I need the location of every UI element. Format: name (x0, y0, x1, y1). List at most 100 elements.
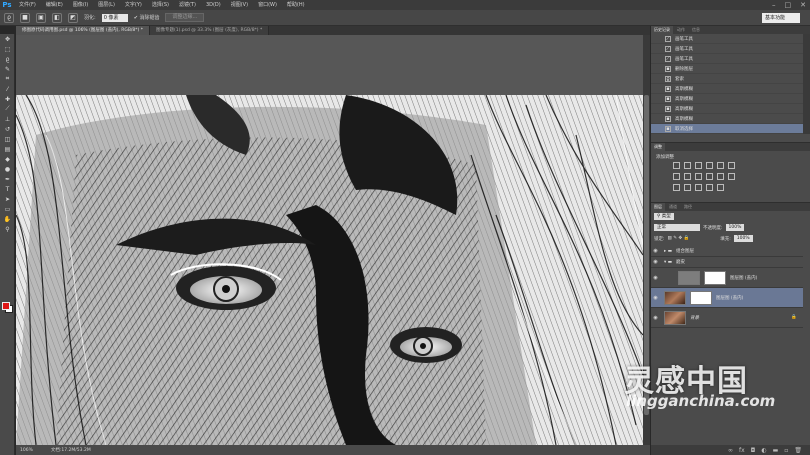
zoom-tool-icon[interactable]: ⚲ (0, 224, 15, 234)
intersect-selection-icon[interactable]: ◩ (68, 12, 78, 23)
tab-adjustments[interactable]: 调整 (651, 143, 665, 151)
history-item[interactable]: ⟋ 画笔工具 (651, 44, 803, 54)
maximize-icon[interactable]: □ (785, 0, 792, 10)
tab-history[interactable]: 历史记录 (651, 26, 673, 34)
fill-input[interactable]: 100% (733, 235, 753, 242)
layer-row-group[interactable]: ◉ ▾ ▬ 磨皮 (651, 257, 803, 268)
black-white-icon[interactable] (695, 173, 702, 180)
color-balance-icon[interactable] (684, 173, 691, 180)
visibility-eye-icon[interactable]: ◉ (651, 275, 660, 281)
visibility-eye-icon[interactable]: ◉ (651, 315, 660, 321)
menu-3d[interactable]: 3D(D) (201, 0, 226, 10)
photo-filter-icon[interactable] (706, 173, 713, 180)
new-selection-icon[interactable]: ■ (20, 12, 30, 23)
triangle-icon[interactable] (728, 162, 735, 169)
history-item[interactable]: ▪ 高斯模糊 (651, 104, 803, 114)
close-icon[interactable]: ✕ (800, 0, 806, 10)
tab-layers[interactable]: 图层 (651, 203, 665, 211)
eyedropper-tool-icon[interactable]: ⁄ (0, 84, 15, 94)
history-item[interactable]: ⟋ 画笔工具 (651, 54, 803, 64)
visibility-eye-icon[interactable]: ◉ (651, 259, 660, 265)
blur-tool-icon[interactable]: ◆ (0, 154, 15, 164)
tab-paths[interactable]: 路径 (681, 203, 695, 211)
invert-icon[interactable] (673, 184, 680, 191)
tab-document-1[interactable]: 修图原代码调用图.psd @ 106% (图层图 (盖内), RGB/8*) * (16, 26, 150, 35)
tab-channels[interactable]: 通道 (666, 203, 680, 211)
layer-row-group[interactable]: ◉ ▸ ▬ 组合图层 (651, 246, 803, 257)
move-tool-icon[interactable]: ✥ (0, 34, 15, 44)
history-item-selected[interactable]: ▪ 取消选择 (651, 124, 803, 134)
layer-row-background[interactable]: ◉ 背景 🔒 (651, 308, 803, 328)
menu-type[interactable]: 文字(Y) (120, 0, 147, 10)
lasso-tool-icon[interactable]: ϱ (0, 54, 15, 64)
hand-tool-icon[interactable]: ✋ (0, 214, 15, 224)
minimize-icon[interactable]: – (772, 0, 776, 10)
add-selection-icon[interactable]: ▣ (36, 12, 46, 23)
zoom-level[interactable]: 106% (20, 448, 33, 453)
link-icon[interactable]: ∞ (728, 447, 733, 454)
crop-tool-icon[interactable]: ⌗ (0, 74, 15, 84)
healing-tool-icon[interactable]: ✚ (0, 94, 15, 104)
history-brush-icon[interactable]: ↺ (0, 124, 15, 134)
brush-tool-icon[interactable]: ⟋ (0, 104, 15, 114)
fx-icon[interactable]: fx (739, 447, 745, 454)
antialias-checkbox[interactable]: ✔ 消除锯齿 (134, 14, 160, 21)
menu-help[interactable]: 帮助(H) (282, 0, 310, 10)
threshold-icon[interactable] (695, 184, 702, 191)
visibility-eye-icon[interactable]: ◉ (651, 248, 660, 254)
history-item[interactable]: ▪ 删除图层 (651, 64, 803, 74)
menu-window[interactable]: 窗口(W) (253, 0, 282, 10)
type-tool-icon[interactable]: T (0, 184, 15, 194)
shape-tool-icon[interactable]: ▭ (0, 204, 15, 214)
lock-icons[interactable]: ▨ ✎ ✥ 🔒 (668, 236, 690, 241)
hue-saturation-icon[interactable] (673, 173, 680, 180)
menu-layer[interactable]: 图层(L) (93, 0, 120, 10)
foreground-color-swatch[interactable] (2, 302, 10, 310)
subtract-selection-icon[interactable]: ◧ (52, 12, 62, 23)
history-item[interactable]: ▪ 高斯模糊 (651, 84, 803, 94)
menu-view[interactable]: 视图(V) (226, 0, 253, 10)
layer-row-selected[interactable]: ◉ 图层图 (盖内) (651, 288, 803, 308)
history-item[interactable]: ▪ 高斯模糊 (651, 114, 803, 124)
channel-mixer-icon[interactable] (717, 173, 724, 180)
levels-icon[interactable] (684, 162, 691, 169)
layer-row[interactable]: ◉ 图层图 (盖内) (651, 268, 803, 288)
feather-input[interactable]: 0 像素 (101, 13, 128, 22)
tab-actions[interactable]: 动作 (674, 26, 688, 34)
menu-edit[interactable]: 编辑(E) (41, 0, 68, 10)
trash-icon[interactable]: 🗑 (794, 447, 802, 454)
path-select-tool-icon[interactable]: ➤ (0, 194, 15, 204)
history-item[interactable]: ⟋ 画笔工具 (651, 34, 803, 44)
posterize-icon[interactable] (684, 184, 691, 191)
history-item[interactable]: ▪ 高斯模糊 (651, 94, 803, 104)
menu-image[interactable]: 图像(I) (68, 0, 93, 10)
history-scrollbar[interactable] (803, 34, 810, 134)
history-item[interactable]: ϱ 套索 (651, 74, 803, 84)
gradient-tool-icon[interactable]: ▤ (0, 144, 15, 154)
visibility-eye-icon[interactable]: ◉ (651, 295, 660, 301)
color-lookup-icon[interactable] (728, 173, 735, 180)
tab-info[interactable]: 信息 (689, 26, 703, 34)
eraser-tool-icon[interactable]: ◫ (0, 134, 15, 144)
marquee-tool-icon[interactable]: ⬚ (0, 44, 15, 54)
brightness-icon[interactable] (673, 162, 680, 169)
curves-icon[interactable] (695, 162, 702, 169)
blend-mode-select[interactable]: 正常 (654, 224, 700, 231)
stamp-tool-icon[interactable]: ⊥ (0, 114, 15, 124)
exposure-icon[interactable] (706, 162, 713, 169)
quick-select-tool-icon[interactable]: ✎ (0, 64, 15, 74)
menu-file[interactable]: 文件(F) (14, 0, 41, 10)
tab-document-2[interactable]: 图像专题(1).psd @ 33.3% (图层 (灰度), RGB/8*) * (149, 26, 270, 35)
canvas-vertical-scrollbar[interactable] (643, 35, 650, 445)
adjustment-icon[interactable]: ◐ (761, 447, 766, 454)
lasso-icon[interactable]: ϱ (4, 12, 14, 23)
scrollbar-thumb[interactable] (644, 95, 649, 415)
dodge-tool-icon[interactable]: ● (0, 164, 15, 174)
refine-edge-button[interactable]: 调整边缘... (165, 13, 205, 22)
layer-kind-select[interactable]: ⚲ 类型 (654, 213, 674, 220)
vibrance-icon[interactable] (717, 162, 724, 169)
workspace-select[interactable]: 基本功能 (762, 13, 800, 23)
menu-select[interactable]: 选择(S) (147, 0, 174, 10)
canvas-area[interactable] (16, 35, 643, 445)
folder-icon[interactable]: ▬ (773, 447, 779, 454)
